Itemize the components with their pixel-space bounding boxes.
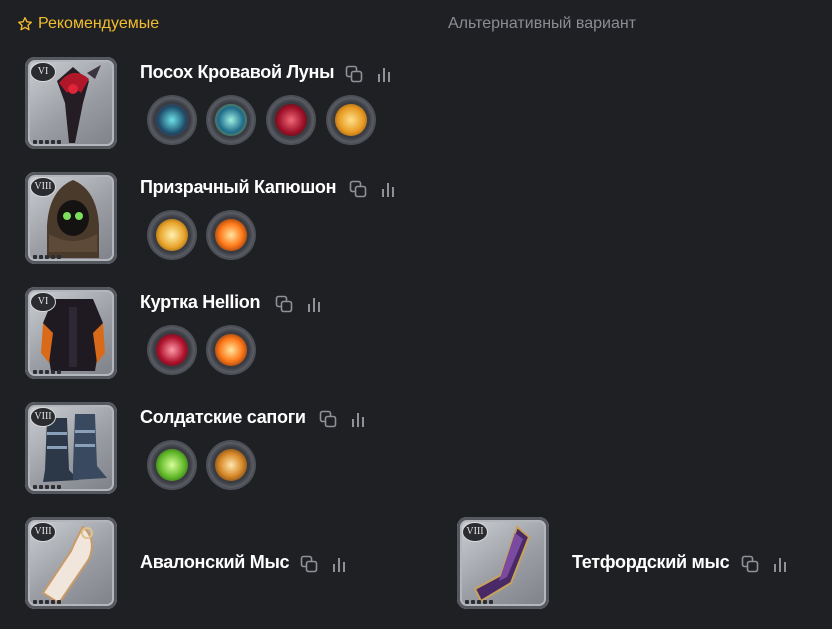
quality-dots	[33, 370, 61, 374]
spell-icon	[335, 104, 367, 136]
item-name: Авалонский Мыс	[140, 552, 290, 572]
stats-bars-icon[interactable]	[330, 555, 348, 573]
item-icon-avalon-cape[interactable]: VIII	[25, 517, 117, 609]
tier-badge: VIII	[30, 522, 56, 542]
spell-icon	[215, 334, 247, 366]
stats-bars-icon[interactable]	[771, 555, 789, 573]
stats-bars-icon[interactable]	[349, 410, 367, 428]
spell-slot[interactable]	[208, 327, 254, 373]
item-name: Солдатские сапоги	[140, 407, 306, 427]
spell-slot[interactable]	[149, 97, 195, 143]
star-outline-icon	[18, 17, 32, 31]
item-name: Тетфордский мыс	[572, 552, 730, 572]
item-name: Куртка Hellion	[140, 292, 261, 312]
quality-dots	[465, 600, 493, 604]
copy-icon[interactable]	[300, 555, 318, 573]
copy-icon[interactable]	[741, 555, 759, 573]
spell-icon	[156, 219, 188, 251]
stats-bars-icon[interactable]	[305, 295, 323, 313]
spell-icon	[215, 449, 247, 481]
spell-slot[interactable]	[268, 97, 314, 143]
quality-dots	[33, 255, 61, 259]
stats-bars-icon[interactable]	[375, 65, 393, 83]
spell-icon	[215, 219, 247, 251]
item-icon-jacket[interactable]: VI	[25, 287, 117, 379]
item-name: Призрачный Капюшон	[140, 177, 337, 197]
spell-icon	[156, 449, 188, 481]
spell-icon	[275, 104, 307, 136]
copy-icon[interactable]	[275, 295, 293, 313]
spell-icon	[215, 104, 247, 136]
item-icon-boots[interactable]: VIII	[25, 402, 117, 494]
spell-slot[interactable]	[149, 442, 195, 488]
tier-badge: VI	[30, 62, 56, 82]
copy-icon[interactable]	[349, 180, 367, 198]
spell-slot[interactable]	[208, 442, 254, 488]
tab-alternative[interactable]: Альтернативный вариант	[448, 15, 636, 33]
spell-slot[interactable]	[149, 212, 195, 258]
quality-dots	[33, 140, 61, 144]
item-name: Посох Кровавой Луны	[140, 62, 335, 82]
tab-alternative-label: Альтернативный вариант	[448, 15, 637, 32]
item-icon-hood[interactable]: VIII	[25, 172, 117, 264]
spell-slot[interactable]	[328, 97, 374, 143]
stats-bars-icon[interactable]	[379, 180, 397, 198]
spell-slot[interactable]	[149, 327, 195, 373]
tab-recommended[interactable]: Рекомендуемые	[17, 15, 159, 33]
spell-slot[interactable]	[208, 97, 254, 143]
item-icon-thetford-cape[interactable]: VIII	[457, 517, 549, 609]
copy-icon[interactable]	[345, 65, 363, 83]
quality-dots	[33, 485, 61, 489]
spell-icon	[156, 104, 188, 136]
spell-icon	[156, 334, 188, 366]
tier-badge: VIII	[30, 177, 56, 197]
tier-badge: VIII	[462, 522, 488, 542]
tier-badge: VIII	[30, 407, 56, 427]
quality-dots	[33, 600, 61, 604]
tier-badge: VI	[30, 292, 56, 312]
copy-icon[interactable]	[319, 410, 337, 428]
tab-recommended-label: Рекомендуемые	[38, 15, 160, 32]
spell-slot[interactable]	[208, 212, 254, 258]
item-icon-staff[interactable]: VI	[25, 57, 117, 149]
